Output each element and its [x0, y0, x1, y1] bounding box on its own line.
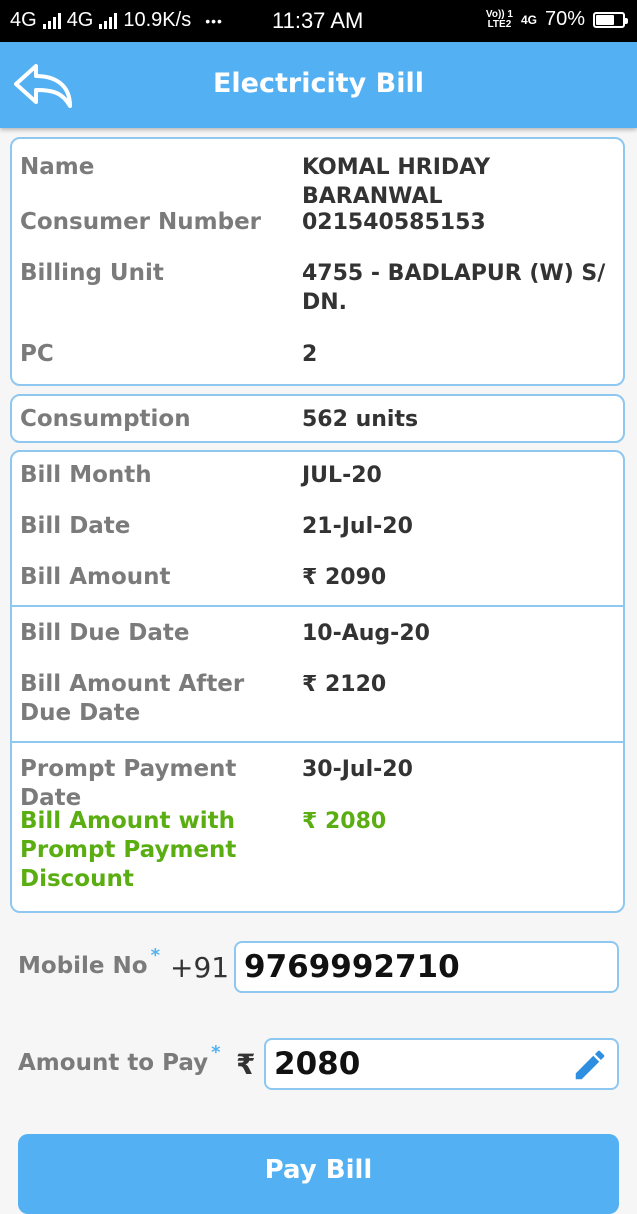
- status-left: 4G 4G 10.9K/s •••: [10, 9, 223, 32]
- consumer-number-value: 021540585153: [302, 210, 486, 235]
- amount-after-due-label: Bill Amount After Due Date: [20, 671, 245, 726]
- network-speed: 10.9K/s: [123, 9, 192, 31]
- pc-value: 2: [302, 342, 318, 367]
- signal-icon: [42, 12, 61, 29]
- divider: [12, 741, 623, 743]
- name-value: KOMAL HRIDAY BARANWAL: [302, 155, 491, 209]
- network-label-2: 4G: [66, 9, 94, 31]
- discount-amount-label: Bill Amount with Prompt Payment Discount: [20, 808, 237, 892]
- prompt-payment-date-label: Prompt Payment Date: [20, 756, 237, 811]
- battery-icon: [593, 11, 628, 28]
- app-bar: Electricity Bill: [0, 42, 637, 128]
- pencil-icon[interactable]: [571, 1046, 609, 1084]
- bill-due-date-value: 10-Aug-20: [302, 621, 430, 646]
- bill-month-value: JUL-20: [302, 463, 382, 488]
- network-small: 4G: [520, 12, 537, 27]
- required-mark: *: [211, 1042, 221, 1063]
- volte-indicator: Vo)) 1 LTE2: [485, 8, 513, 30]
- bill-month-label: Bill Month: [20, 462, 152, 488]
- country-code: +91: [170, 951, 230, 984]
- more-dots: •••: [205, 12, 223, 29]
- pc-label: PC: [20, 341, 54, 367]
- consumption-value: 562 units: [302, 407, 419, 432]
- consumption-card: Consumption 562 units: [10, 394, 625, 443]
- amount-input[interactable]: 2080: [264, 1038, 619, 1090]
- page-title: Electricity Bill: [212, 68, 424, 99]
- bill-date-value: 21-Jul-20: [302, 514, 413, 539]
- battery-percent: 70%: [544, 8, 585, 30]
- required-mark: *: [150, 945, 160, 966]
- amount-label: Amount to Pay: [18, 1050, 209, 1076]
- consumer-number-label: Consumer Number: [20, 209, 262, 235]
- billing-unit-value: 4755 - BADLAPUR (W) S/ DN.: [302, 261, 606, 315]
- discount-amount-value: ₹ 2080: [302, 809, 387, 834]
- mobile-number-input[interactable]: 9769992710: [234, 941, 619, 993]
- network-label-1: 4G: [10, 9, 37, 31]
- name-label: Name: [20, 154, 95, 180]
- amount-after-due-value: ₹ 2120: [302, 672, 387, 697]
- prompt-payment-date-value: 30-Jul-20: [302, 757, 413, 782]
- clock: 11:37 AM: [272, 8, 364, 33]
- amount-label-wrap: Amount to Pay *: [18, 1042, 221, 1076]
- bill-date-label: Bill Date: [20, 513, 131, 539]
- bill-amount-label: Bill Amount: [20, 564, 171, 590]
- pay-bill-button[interactable]: Pay Bill: [18, 1134, 619, 1214]
- status-bar: 4G 4G 10.9K/s ••• 11:37 AM Vo)) 1 LTE2 4…: [0, 0, 637, 42]
- billing-unit-label: Billing Unit: [20, 260, 164, 286]
- status-right: Vo)) 1 LTE2 4G 70%: [485, 8, 628, 31]
- signal-icon: [99, 12, 118, 29]
- amount-value: 2080: [274, 1046, 361, 1082]
- consumer-info-card: Name KOMAL HRIDAY BARANWAL Consumer Numb…: [10, 137, 625, 386]
- rupee-symbol: ₹: [236, 1048, 256, 1081]
- divider: [12, 605, 623, 607]
- bill-amount-value: ₹ 2090: [302, 565, 387, 590]
- bill-details-card: Bill Month JUL-20 Bill Date 21-Jul-20 Bi…: [10, 450, 625, 913]
- bill-due-date-label: Bill Due Date: [20, 620, 190, 646]
- consumption-label: Consumption: [20, 406, 191, 432]
- mobile-label-wrap: Mobile No *: [18, 945, 160, 979]
- mobile-label: Mobile No: [18, 953, 148, 979]
